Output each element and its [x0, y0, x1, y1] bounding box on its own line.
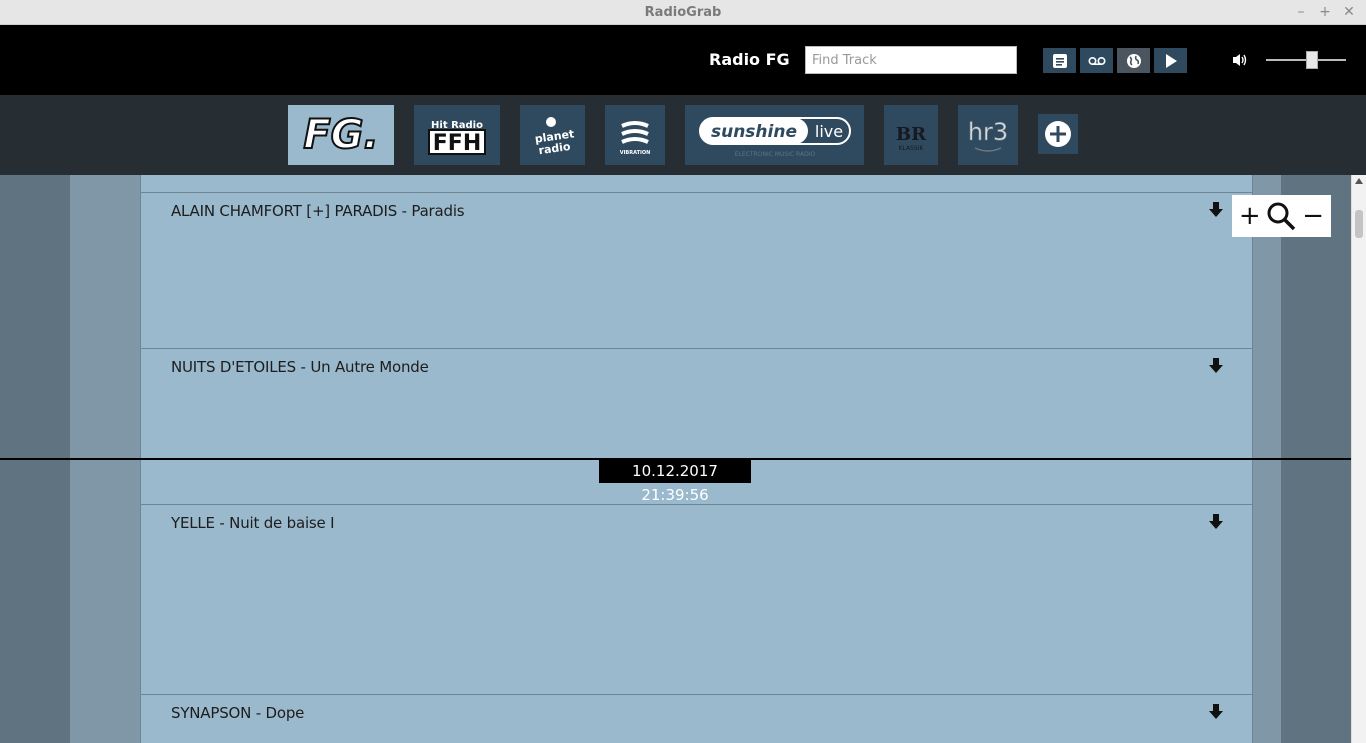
- svg-text:hr3: hr3: [968, 118, 1008, 146]
- hr3-logo: hr3: [968, 118, 1008, 152]
- station-br-klassik[interactable]: BR KLASSIK: [884, 105, 938, 165]
- fg-logo: FG.: [302, 111, 379, 159]
- timeline-view[interactable]: ALAIN CHAMFORT [+] PARADIS - Paradis NUI…: [0, 175, 1351, 743]
- station-sunshine-live[interactable]: sunshine live ELECTRONIC MUSIC RADIO: [685, 105, 864, 165]
- minimize-button[interactable]: –: [1294, 3, 1308, 21]
- play-button[interactable]: [1154, 48, 1187, 73]
- scroll-up-arrow-icon[interactable]: [1355, 178, 1363, 184]
- station-hr3[interactable]: hr3: [958, 105, 1018, 165]
- track-title: NUITS D'ETOILES - Un Autre Monde: [171, 358, 429, 376]
- vibration-logo: VIBRATION: [620, 121, 651, 156]
- website-button[interactable]: [1117, 48, 1150, 73]
- scroll-thumb[interactable]: [1355, 210, 1363, 238]
- sunshine-live-logo: sunshine live ELECTRONIC MUSIC RADIO: [698, 117, 851, 158]
- fg-logo-text: FG.: [303, 112, 378, 158]
- station-planet-radio[interactable]: planet radio: [520, 105, 585, 165]
- br-klassik-logo: BR KLASSIK: [896, 124, 927, 152]
- planet-radio-logo: planet radio: [533, 117, 575, 157]
- magnifier-icon: [1267, 202, 1296, 231]
- volume-slider-handle[interactable]: [1306, 51, 1319, 69]
- track-title: ALAIN CHAMFORT [+] PARADIS - Paradis: [171, 202, 465, 220]
- svg-text:BR: BR: [896, 124, 927, 145]
- track-item[interactable]: ALAIN CHAMFORT [+] PARADIS - Paradis: [140, 192, 1253, 349]
- vertical-scrollbar[interactable]: [1351, 175, 1366, 743]
- station-bar: FG. Hit Radio FFH planet radio VIBRATION…: [0, 95, 1366, 175]
- download-icon[interactable]: [1208, 201, 1224, 219]
- svg-text:sunshine: sunshine: [710, 122, 796, 142]
- svg-text:ELECTRONIC MUSIC RADIO: ELECTRONIC MUSIC RADIO: [734, 151, 815, 158]
- track-item[interactable]: YELLE - Nuit de baise I: [140, 504, 1253, 695]
- download-icon[interactable]: [1208, 703, 1224, 721]
- window-title: RadioGrab: [644, 5, 722, 20]
- ffh-logo: Hit Radio FFH: [428, 120, 486, 156]
- svg-text:VIBRATION: VIBRATION: [620, 150, 651, 156]
- station-fg[interactable]: FG.: [288, 105, 394, 165]
- download-icon[interactable]: [1208, 513, 1224, 531]
- find-track-input[interactable]: [805, 46, 1017, 74]
- add-station-button[interactable]: [1038, 114, 1078, 154]
- svg-text:live: live: [814, 122, 842, 141]
- track-item[interactable]: SYNAPSON - Dope: [140, 694, 1253, 743]
- plus-circle-icon: [1045, 121, 1071, 147]
- volume-icon[interactable]: [1231, 52, 1249, 68]
- current-station-name: Radio FG: [709, 50, 790, 69]
- globe-icon: [1126, 53, 1141, 68]
- zoom-control: + −: [1232, 195, 1331, 237]
- top-toolbar: Radio FG: [0, 25, 1366, 95]
- svg-text:FFH: FFH: [433, 131, 481, 156]
- zoom-out-button[interactable]: −: [1302, 203, 1324, 229]
- station-vibration[interactable]: VIBRATION: [605, 105, 665, 165]
- recordings-button[interactable]: [1080, 48, 1113, 73]
- window-titlebar: RadioGrab – + ✕: [0, 0, 1366, 25]
- maximize-button[interactable]: +: [1318, 3, 1332, 21]
- playlist-icon: [1052, 53, 1067, 68]
- track-item-previous: [140, 175, 1253, 193]
- track-title: SYNAPSON - Dope: [171, 704, 305, 722]
- close-button[interactable]: ✕: [1342, 3, 1356, 21]
- zoom-in-button[interactable]: +: [1239, 203, 1261, 229]
- play-icon: [1165, 53, 1177, 68]
- playlist-button[interactable]: [1043, 48, 1076, 73]
- station-ffh[interactable]: Hit Radio FFH: [414, 105, 500, 165]
- svg-text:KLASSIK: KLASSIK: [899, 145, 925, 152]
- download-icon[interactable]: [1208, 357, 1224, 375]
- voicemail-icon: [1087, 56, 1106, 65]
- track-title: YELLE - Nuit de baise I: [171, 514, 335, 532]
- current-time-label: 10.12.2017 21:39:56: [599, 459, 751, 504]
